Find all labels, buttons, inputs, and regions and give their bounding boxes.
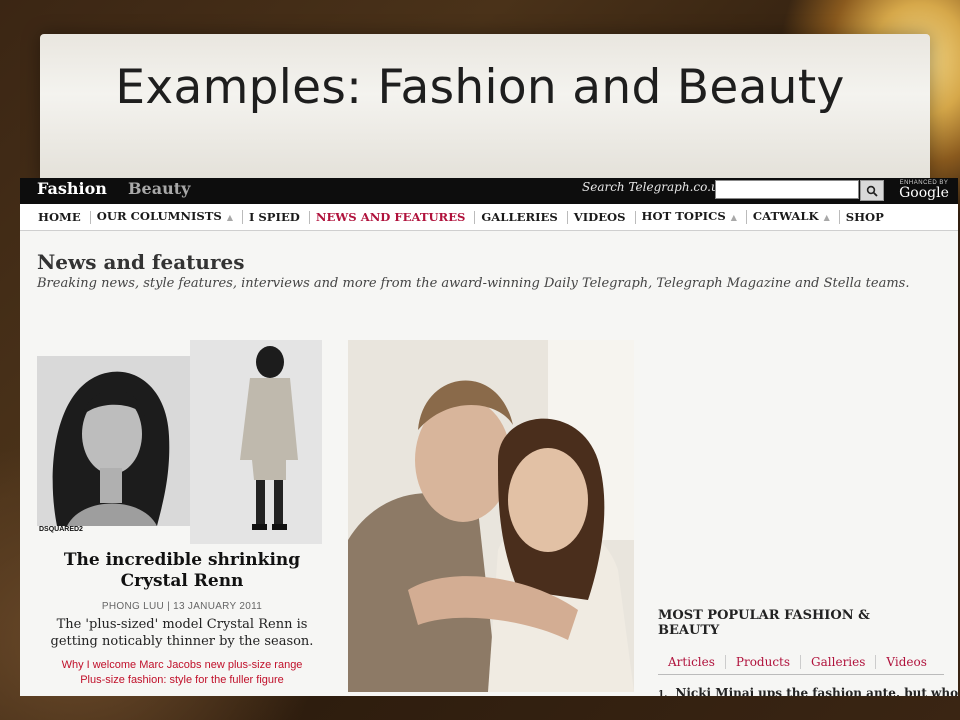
- top-bar: Fashion Beauty Search Telegraph.co.uk EN…: [20, 178, 958, 204]
- dropdown-arrow-icon: ▲︎: [823, 212, 830, 222]
- nav-item-news-and-features[interactable]: NEWS AND FEATURES: [310, 210, 476, 224]
- feature-image-couple[interactable]: [348, 340, 634, 692]
- dropdown-arrow-icon: ▲︎: [226, 212, 233, 222]
- story-summary: The 'plus-sized' model Crystal Renn is g…: [50, 617, 314, 649]
- nav-item-videos[interactable]: VIDEOS: [568, 210, 636, 224]
- tab-videos[interactable]: Videos: [876, 655, 936, 669]
- section-subtitle: Breaking news, style features, interview…: [37, 276, 910, 291]
- google-logo: Google: [899, 185, 949, 201]
- coat-photo: [190, 340, 322, 544]
- search-button[interactable]: [860, 180, 884, 201]
- most-popular-title: MOST POPULAR FASHION & BEAUTY: [658, 608, 870, 638]
- tab-galleries[interactable]: Galleries: [801, 655, 877, 669]
- most-popular-item[interactable]: 1. Nicki Minaj ups the fashion ante, but …: [658, 686, 958, 696]
- brand-beauty-link[interactable]: Beauty: [128, 179, 190, 198]
- related-link-plus-size[interactable]: Plus-size fashion: style for the fuller …: [37, 674, 327, 686]
- search-icon: [866, 185, 878, 197]
- brand-fashion-link[interactable]: Fashion: [37, 179, 107, 198]
- search-label: Search Telegraph.co.uk: [582, 180, 726, 194]
- nav-item-catwalk[interactable]: CATWALK ▲︎: [747, 210, 840, 224]
- nav-item-home[interactable]: HOME: [32, 210, 91, 224]
- story-byline: PHONG LUU | 13 JANUARY 2011: [101, 601, 263, 612]
- nav-item-hot-topics[interactable]: HOT TOPICS ▲︎: [636, 210, 747, 224]
- section-title: News and features: [37, 250, 245, 274]
- most-popular-item-text: Nicki Minaj ups the fashion ante, but wh…: [675, 686, 958, 696]
- website-screenshot: Fashion Beauty Search Telegraph.co.uk EN…: [20, 178, 958, 696]
- story-image-coat[interactable]: [190, 340, 322, 544]
- couple-photo: [348, 340, 634, 692]
- google-badge: ENHANCED BY Google: [894, 179, 954, 203]
- tab-products[interactable]: Products: [726, 655, 802, 669]
- tab-articles[interactable]: Articles: [658, 655, 726, 669]
- slide-title: Examples: Fashion and Beauty: [115, 60, 845, 115]
- nav-item-galleries[interactable]: GALLERIES: [475, 210, 568, 224]
- story-image-portrait[interactable]: [37, 356, 191, 526]
- search-input[interactable]: [715, 180, 859, 199]
- image-caption: DSQUARED2: [39, 526, 83, 533]
- most-popular-item-number: 1.: [658, 690, 668, 696]
- nav-item-our-columnists[interactable]: OUR COLUMNISTS ▲︎: [91, 210, 243, 224]
- related-link-marc-jacobs[interactable]: Why I welcome Marc Jacobs new plus-size …: [37, 659, 327, 671]
- most-popular-tabs: Articles Products Galleries Videos: [658, 650, 944, 675]
- main-nav: HOME OUR COLUMNISTS ▲︎ I SPIED NEWS AND F…: [20, 204, 958, 231]
- dropdown-arrow-icon: ▲︎: [730, 212, 737, 222]
- portrait-photo: [37, 356, 191, 526]
- nav-item-i-spied[interactable]: I SPIED: [243, 210, 310, 224]
- story-headline[interactable]: The incredible shrinking Crystal Renn: [37, 550, 327, 592]
- nav-item-shop[interactable]: SHOP: [840, 210, 893, 224]
